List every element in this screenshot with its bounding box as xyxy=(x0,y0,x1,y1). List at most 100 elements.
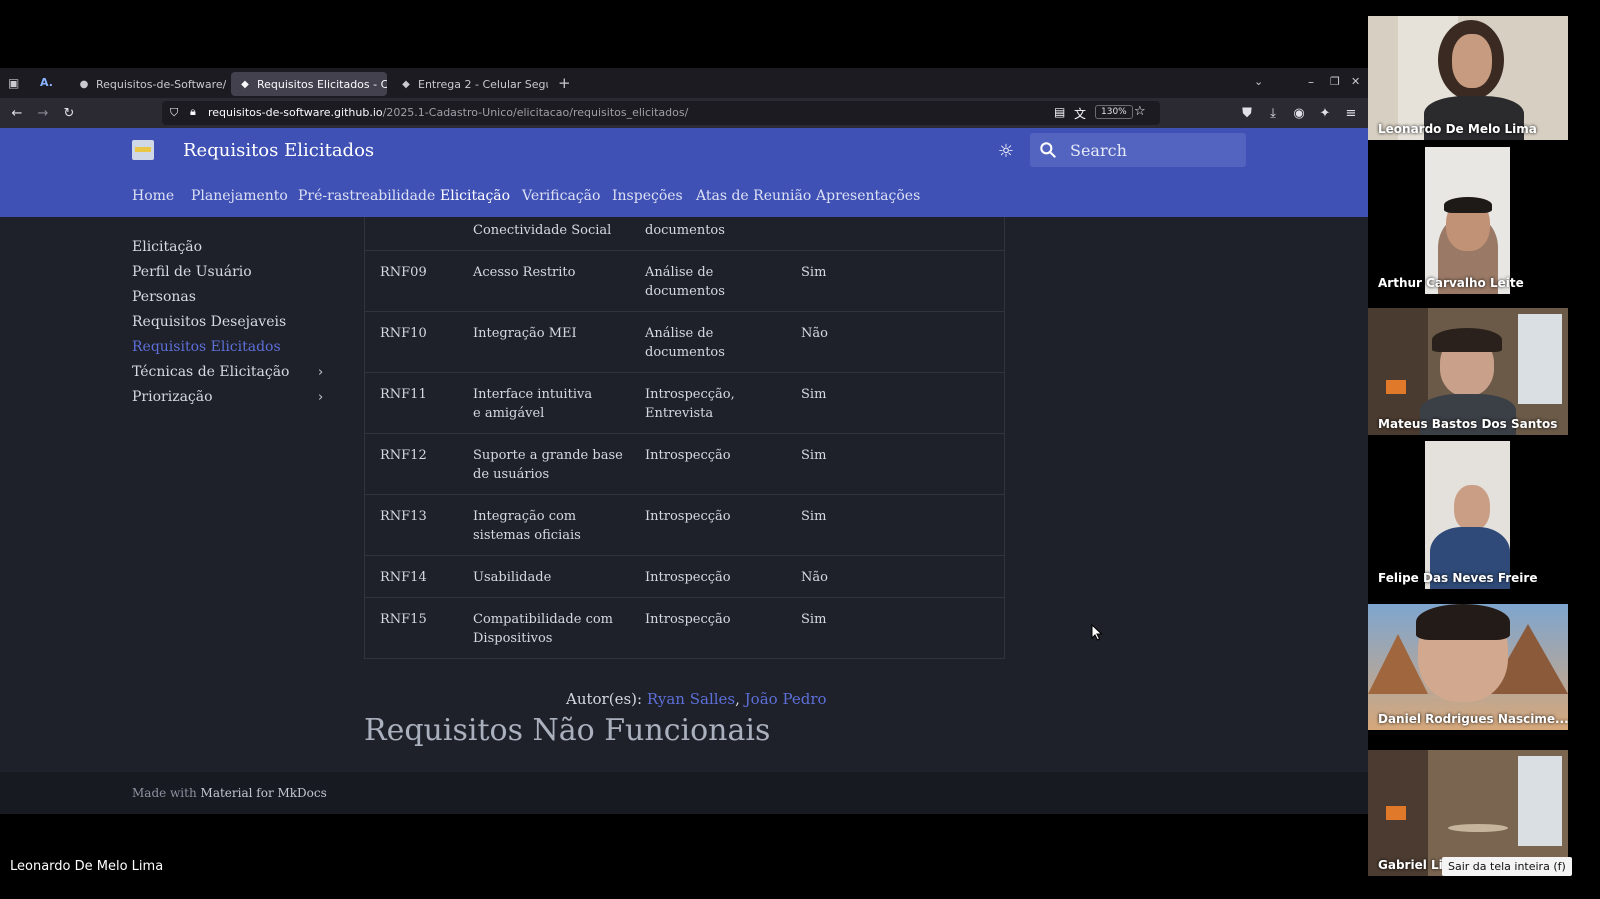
bookmark-star-icon[interactable]: ☆ xyxy=(1134,104,1146,119)
table-cell: RNF15 xyxy=(380,612,427,627)
footer-link[interactable]: Material for MkDocs xyxy=(201,786,327,800)
table-cell: Sim xyxy=(801,612,827,627)
table-cell: RNF09 xyxy=(380,265,427,280)
sidebar-item-elicitacao[interactable]: Elicitação xyxy=(132,239,202,255)
section-heading: Requisitos Não Funcionais xyxy=(364,713,771,748)
sidebar-item-perfil-de-usuario[interactable]: Perfil de Usuário xyxy=(132,264,252,280)
table-cell: Suporte a grande base de usuários xyxy=(473,448,623,482)
site-footer: Made with Material for MkDocs xyxy=(0,772,1368,814)
site-icon: ◆ xyxy=(241,78,249,90)
table-cell: Introspecção xyxy=(645,509,731,524)
author-prefix: Autor(es): xyxy=(566,690,643,708)
table-cell: Usabilidade xyxy=(473,570,552,585)
chevron-right-icon[interactable]: › xyxy=(318,365,323,380)
tab-overview-icon[interactable]: ▣ xyxy=(8,76,19,90)
participant-face xyxy=(1452,34,1492,88)
sidebar-item-tecnicas-de-elicitacao[interactable]: Técnicas de Elicitação xyxy=(132,364,289,380)
table-cell: Integração com sistemas oficiais xyxy=(473,509,581,543)
participant-tile[interactable]: Arthur Carvalho Leite xyxy=(1368,147,1568,294)
navigation-bar: ← → ↻ ⛉ 🔒︎ requisitos-de-software.github… xyxy=(0,98,1368,128)
participant-face xyxy=(1454,485,1490,531)
forward-icon[interactable]: → xyxy=(34,104,52,122)
tab-pre-rastreabilidade[interactable]: Pré-rastreabilidade xyxy=(298,188,435,204)
site-header: Requisitos Elicitados ☼ Search Home Plan… xyxy=(0,128,1368,217)
table-cell: RNF11 xyxy=(380,387,427,402)
table-cell: Análise de documentos xyxy=(645,326,725,360)
participant-name: Mateus Bastos Dos Santos xyxy=(1378,417,1558,431)
address-bar[interactable]: ⛉ 🔒︎ requisitos-de-software.github.io/20… xyxy=(162,101,1160,125)
tab-inspecoes[interactable]: Inspeções xyxy=(612,188,683,204)
tab-entrega-2[interactable]: ◆ Entrega 2 - Celular Segur ✕ xyxy=(392,72,548,96)
window xyxy=(1518,756,1562,846)
table-cell: Não xyxy=(801,326,828,341)
footer-text: Made with Material for MkDocs xyxy=(132,786,327,800)
table-row: RNF13 Integração com sistemas oficiais I… xyxy=(365,495,1004,556)
table-cell: Introspecção xyxy=(645,570,731,585)
pocket-icon[interactable]: ⛊ xyxy=(1238,104,1256,122)
tab-requisitos-elicitados[interactable]: ◆ Requisitos Elicitados - Ca ✕ xyxy=(231,72,387,96)
zoom-level[interactable]: 130% xyxy=(1095,105,1133,119)
table-row: RNF12 Suporte a grande base de usuários … xyxy=(365,434,1004,495)
search-input[interactable]: Search xyxy=(1030,133,1246,167)
tab-home[interactable]: Home xyxy=(132,188,174,204)
table-cell: Integração MEI xyxy=(473,326,577,341)
sidebar-item-personas[interactable]: Personas xyxy=(132,289,196,305)
tab-elicitacao[interactable]: Elicitação xyxy=(440,188,510,204)
table-cell: Introspecção xyxy=(645,448,731,463)
shield-icon[interactable]: ⛉ xyxy=(170,106,178,120)
mouse-cursor-icon xyxy=(1091,624,1103,641)
reload-icon[interactable]: ↻ xyxy=(60,104,78,122)
participant-name: Felipe Das Neves Freire xyxy=(1378,571,1538,585)
tab-verificacao[interactable]: Verificação xyxy=(522,188,600,204)
back-icon[interactable]: ← xyxy=(8,104,26,122)
extensions-icon[interactable]: ✦ xyxy=(1316,104,1334,122)
sidebar-item-requisitos-desejaveis[interactable]: Requisitos Desejaveis xyxy=(132,314,286,330)
table-cell: RNF12 xyxy=(380,448,427,463)
tab-title: Entrega 2 - Celular Segur xyxy=(418,77,548,91)
tab-atas-de-reuniao[interactable]: Atas de Reunião xyxy=(696,188,811,204)
pinned-tab-icon[interactable]: A. xyxy=(40,76,53,89)
participant-tile[interactable]: Mateus Bastos Dos Santos xyxy=(1368,308,1568,435)
table-row: RNF09 Acesso Restrito Análise de documen… xyxy=(365,251,1004,312)
table-cell: Não xyxy=(801,570,828,585)
tab-planejamento[interactable]: Planejamento xyxy=(191,188,288,204)
table-cell: Compatibilidade com Dispositivos xyxy=(473,612,614,646)
theme-toggle-icon[interactable]: ☼ xyxy=(995,140,1017,162)
participant-tile[interactable]: Daniel Rodrigues Nascime... xyxy=(1368,604,1568,730)
table-cell: Acesso Restrito xyxy=(473,265,576,280)
minimize-icon[interactable]: – xyxy=(1308,75,1314,89)
fireplace xyxy=(1386,380,1406,394)
url-text[interactable]: requisitos-de-software.github.io/2025.1-… xyxy=(208,106,688,119)
menu-icon[interactable]: ≡ xyxy=(1342,104,1360,122)
table-cell: Introspecção xyxy=(645,612,731,627)
restore-icon[interactable]: ❐ xyxy=(1330,75,1340,88)
window xyxy=(1518,314,1562,404)
exit-fullscreen-tooltip[interactable]: Sair da tela inteira (f) xyxy=(1442,857,1572,876)
new-tab-icon[interactable]: + xyxy=(558,74,571,92)
table-cell: Sim xyxy=(801,387,827,402)
search-icon xyxy=(1040,142,1056,158)
author-link[interactable]: Ryan Salles xyxy=(647,690,735,708)
reader-view-icon[interactable]: ▤ xyxy=(1054,105,1065,119)
tab-github[interactable]: ● Requisitos-de-Software/2 ✕ xyxy=(70,72,226,96)
lock-icon[interactable]: 🔒︎ xyxy=(190,105,196,119)
account-icon[interactable]: ◉ xyxy=(1290,104,1308,122)
participant-tile[interactable]: Leonardo De Melo Lima xyxy=(1368,16,1568,140)
participant-name: Arthur Carvalho Leite xyxy=(1378,276,1524,290)
chevron-right-icon[interactable]: › xyxy=(318,390,323,405)
author-link[interactable]: João Pedro xyxy=(745,690,827,708)
participant-tile[interactable]: Felipe Das Neves Freire xyxy=(1368,441,1568,589)
tab-list-chevron-icon[interactable]: ⌄ xyxy=(1254,75,1263,88)
tab-title: Requisitos Elicitados - Ca xyxy=(257,77,387,91)
downloads-icon[interactable]: ⤓ xyxy=(1264,104,1282,122)
site-logo[interactable] xyxy=(132,140,154,160)
tab-apresentacoes[interactable]: Apresentações xyxy=(816,188,920,204)
participant-hair xyxy=(1416,604,1510,640)
table-cell: RNF14 xyxy=(380,570,427,585)
close-window-icon[interactable]: ✕ xyxy=(1351,75,1360,88)
table-cell: Introspecção, Entrevista xyxy=(645,387,735,421)
translate-icon[interactable]: 文 xyxy=(1074,105,1086,122)
sidebar-item-requisitos-elicitados[interactable]: Requisitos Elicitados xyxy=(132,339,281,355)
table xyxy=(1448,824,1508,832)
sidebar-item-priorizacao[interactable]: Priorização xyxy=(132,389,213,405)
